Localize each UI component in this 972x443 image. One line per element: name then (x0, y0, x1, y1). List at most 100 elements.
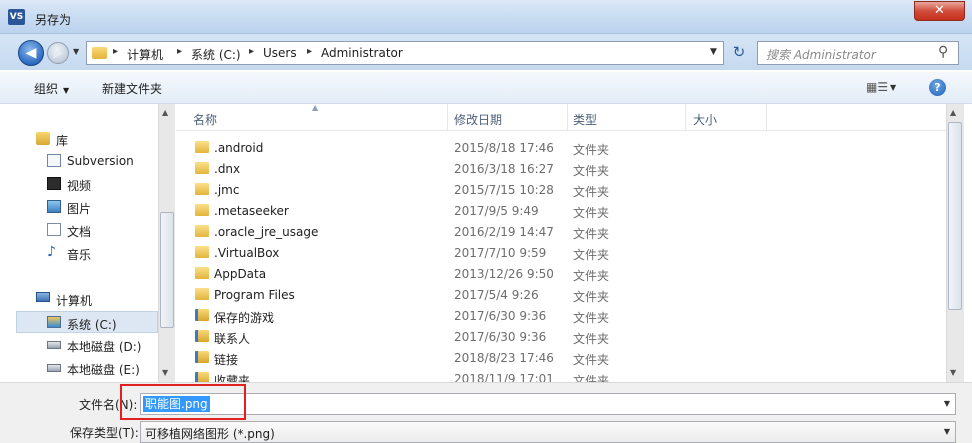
breadcrumb-users[interactable]: Users (263, 46, 297, 60)
folder-icon (195, 267, 209, 279)
search-box[interactable]: 搜索 Administrator ⚲ (757, 41, 959, 65)
file-type: 文件夹 (573, 248, 610, 262)
help-icon[interactable]: ? (929, 79, 946, 96)
nav-item-pictures[interactable]: 图片 (16, 196, 158, 218)
navigation-bar: ◀ ▶ ▼ ▸ 计算机 ▸ 系统 (C:) ▸ Users ▸ Administ… (0, 34, 972, 70)
nav-item-label: 文档 (67, 225, 92, 239)
file-type: 文件夹 (573, 206, 610, 220)
drive-icon (47, 364, 61, 372)
file-modified: 2018/11/9 17:01 (454, 372, 554, 382)
nav-item-subversion[interactable]: Subversion (16, 150, 158, 172)
file-type: 文件夹 (573, 290, 610, 304)
address-bar[interactable]: ▸ 计算机 ▸ 系统 (C:) ▸ Users ▸ Administrator … (86, 41, 724, 65)
column-header-row: ▲ 名称 修改日期 类型 大小 (176, 103, 946, 131)
forward-button[interactable]: ▶ (47, 42, 69, 64)
column-header-type[interactable]: 类型 (573, 111, 597, 128)
file-list: ▲ 名称 修改日期 类型 大小 .android 2015/8/18 17:46… (176, 103, 946, 382)
nav-item-computer[interactable]: 计算机 (16, 288, 158, 310)
nav-item-library[interactable]: 库 (16, 128, 158, 150)
file-row[interactable]: 收藏夹 2018/11/9 17:01 文件夹 (176, 368, 946, 382)
file-modified: 2018/8/23 17:46 (454, 351, 554, 365)
recent-locations-dropdown-icon[interactable]: ▼ (73, 47, 79, 56)
scroll-up-icon[interactable]: ▲ (950, 108, 956, 117)
file-row[interactable]: 保存的游戏 2017/6/30 9:36 文件夹 (176, 305, 946, 326)
file-row[interactable]: AppData 2013/12/26 9:50 文件夹 (176, 263, 946, 284)
nav-item-documents[interactable]: 文档 (16, 219, 158, 241)
nav-item-drive-e[interactable]: 本地磁盘 (E:) (16, 357, 158, 379)
file-row[interactable]: .dnx 2016/3/18 16:27 文件夹 (176, 158, 946, 179)
column-header-size[interactable]: 大小 (693, 111, 717, 128)
filename-field[interactable]: 职能图.png ▼ (140, 393, 956, 415)
nav-item-system-drive[interactable]: 系统 (C:) (16, 311, 158, 333)
file-row[interactable]: 联系人 2017/6/30 9:36 文件夹 (176, 326, 946, 347)
file-row[interactable]: .oracle_jre_usage 2016/2/19 14:47 文件夹 (176, 221, 946, 242)
breadcrumb-computer[interactable]: 计算机 (127, 46, 163, 63)
organize-menu[interactable]: 组织 ▼ (34, 80, 69, 97)
search-input[interactable]: 搜索 Administrator (766, 46, 876, 63)
chevron-down-icon[interactable]: ▼ (890, 83, 896, 92)
nav-item-music[interactable]: ♪ 音乐 (16, 242, 158, 264)
column-divider[interactable] (447, 104, 448, 131)
file-type: 文件夹 (573, 185, 610, 199)
chevron-right-icon[interactable]: ▸ (177, 46, 182, 57)
file-type: 文件夹 (573, 269, 610, 283)
nav-item-videos[interactable]: 视频 (16, 173, 158, 195)
breadcrumb-system-drive[interactable]: 系统 (C:) (191, 46, 241, 63)
file-modified: 2017/6/30 9:36 (454, 330, 547, 344)
scrollbar-thumb[interactable] (948, 122, 962, 310)
scrollbar-thumb[interactable] (160, 212, 174, 328)
view-options-icon[interactable]: ▦☰ (866, 80, 888, 94)
file-modified: 2017/7/10 9:59 (454, 246, 547, 260)
file-row[interactable]: .jmc 2015/7/15 10:28 文件夹 (176, 179, 946, 200)
file-type: 文件夹 (573, 227, 610, 241)
navigation-pane: 库 Subversion 视频 图片 文档 ♪ 音乐 计算机 系统 (C:) 本… (16, 104, 174, 382)
column-header-name[interactable]: 名称 (193, 111, 217, 128)
links-icon (195, 351, 209, 363)
folder-icon (195, 246, 209, 258)
file-name: .android (214, 141, 264, 155)
chevron-right-icon[interactable]: ▸ (249, 46, 254, 57)
navigation-pane-scrollbar[interactable]: ▲ ▼ (158, 104, 175, 382)
column-divider[interactable] (567, 104, 568, 131)
title-bar: VS 另存为 ✕ (0, 0, 972, 34)
file-modified: 2016/3/18 16:27 (454, 162, 554, 176)
saved-games-icon (195, 309, 209, 321)
nav-item-drive-d[interactable]: 本地磁盘 (D:) (16, 334, 158, 356)
file-row[interactable]: .metaseeker 2017/9/5 9:49 文件夹 (176, 200, 946, 221)
scroll-up-icon[interactable]: ▲ (162, 108, 168, 117)
nav-item-label: 本地磁盘 (E:) (67, 363, 140, 377)
file-row[interactable]: .VirtualBox 2017/7/10 9:59 文件夹 (176, 242, 946, 263)
close-button[interactable]: ✕ (914, 1, 965, 21)
file-row[interactable]: Program Files 2017/5/4 9:26 文件夹 (176, 284, 946, 305)
file-type: 文件夹 (573, 374, 610, 382)
column-header-modified[interactable]: 修改日期 (454, 111, 502, 128)
file-modified: 2016/2/19 14:47 (454, 225, 554, 239)
nav-item-label: Subversion (67, 154, 134, 168)
file-row[interactable]: 链接 2018/8/23 17:46 文件夹 (176, 347, 946, 368)
filetype-select[interactable]: 可移植网络图形 (*.png) ▼ (140, 421, 956, 443)
filetype-value: 可移植网络图形 (*.png) (145, 427, 275, 441)
file-name: .jmc (214, 183, 240, 197)
scroll-down-icon[interactable]: ▼ (950, 368, 956, 377)
chevron-right-icon[interactable]: ▸ (113, 46, 118, 57)
address-dropdown-icon[interactable]: ▼ (710, 47, 717, 57)
file-name: .oracle_jre_usage (214, 225, 319, 239)
window-title: 另存为 (35, 13, 72, 27)
chevron-down-icon: ▼ (63, 86, 70, 95)
chevron-down-icon[interactable]: ▼ (944, 427, 950, 436)
scroll-down-icon[interactable]: ▼ (162, 368, 168, 377)
chevron-down-icon[interactable]: ▼ (944, 399, 950, 408)
search-icon[interactable]: ⚲ (938, 44, 948, 60)
file-row[interactable]: .android 2015/8/18 17:46 文件夹 (176, 137, 946, 158)
organize-label: 组织 (34, 82, 59, 96)
column-divider[interactable] (766, 104, 767, 131)
breadcrumb-administrator[interactable]: Administrator (321, 46, 403, 60)
file-name: 收藏夹 (214, 374, 251, 382)
chevron-right-icon[interactable]: ▸ (307, 46, 312, 57)
refresh-icon[interactable]: ↻ (728, 42, 750, 64)
drive-icon (47, 341, 61, 349)
file-list-scrollbar[interactable]: ▲ ▼ (946, 104, 964, 382)
back-button[interactable]: ◀ (18, 40, 44, 66)
column-divider[interactable] (685, 104, 686, 131)
new-folder-button[interactable]: 新建文件夹 (102, 80, 162, 97)
